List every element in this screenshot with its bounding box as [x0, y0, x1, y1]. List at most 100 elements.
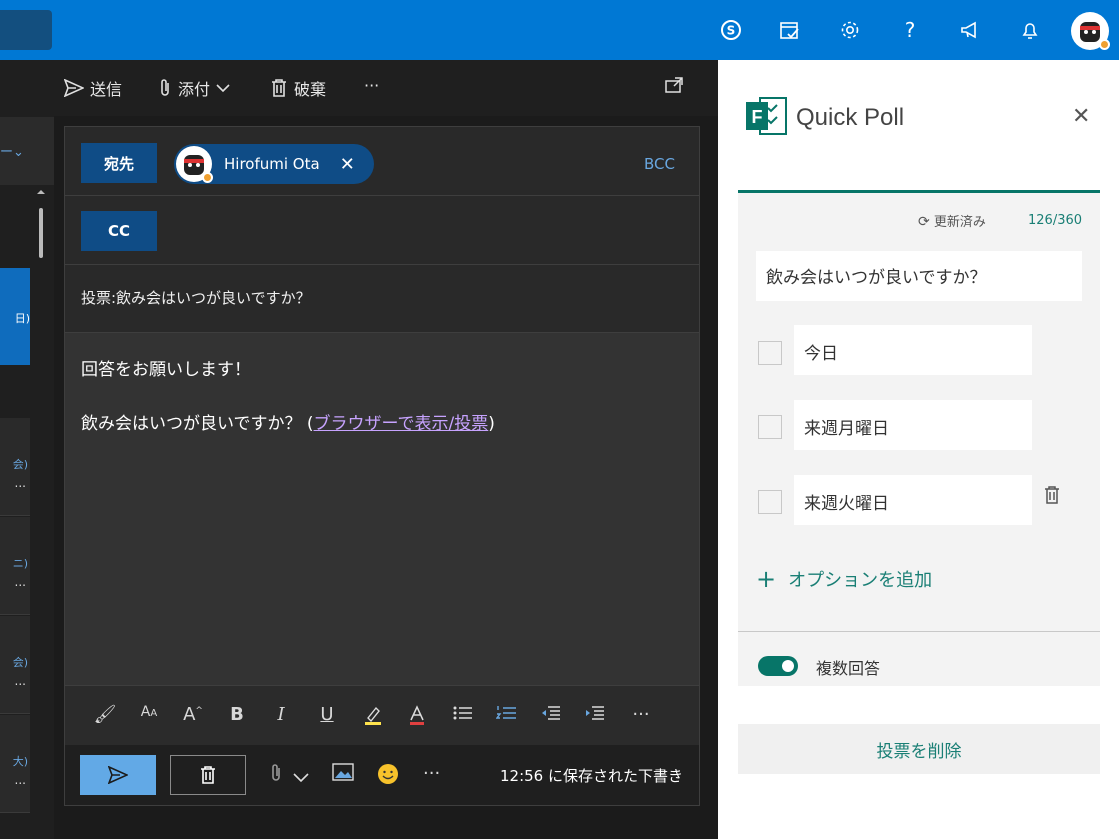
option-checkbox[interactable] — [758, 341, 782, 365]
send-icon — [64, 79, 84, 97]
highlight-icon[interactable] — [359, 704, 387, 728]
bold-icon[interactable]: B — [223, 704, 251, 728]
help-icon[interactable]: ? — [894, 14, 926, 46]
svg-text:F: F — [752, 107, 763, 127]
trash-icon — [272, 79, 286, 97]
font-color-icon[interactable] — [403, 704, 431, 728]
close-icon[interactable]: ✕ — [1072, 104, 1090, 129]
calendar-check-icon[interactable] — [774, 14, 806, 46]
list-item[interactable]: 会)... — [0, 616, 30, 714]
option-input[interactable]: 来週火曜日 — [794, 475, 1032, 525]
plus-icon: + — [756, 565, 777, 593]
list-item-fragment: 日) — [14, 312, 30, 325]
grow-font-icon[interactable]: A^ — [179, 704, 207, 728]
format-toolbar: 🖌 AA A^ B I U ··· — [65, 685, 699, 745]
send-toolbar-button[interactable]: 送信 — [64, 76, 122, 100]
list-item-text: 大) — [12, 755, 28, 768]
more-format-options-icon[interactable]: ··· — [627, 704, 655, 728]
char-count: 126/360 — [1028, 213, 1083, 228]
option-input[interactable]: 来週月曜日 — [794, 400, 1032, 450]
more-options-button[interactable]: ··· — [364, 76, 379, 95]
body-text-prefix: 飲み会はいつが良いですか？ ( — [81, 414, 314, 434]
image-icon[interactable] — [332, 763, 354, 786]
list-item-text: ... — [14, 773, 26, 787]
underline-icon[interactable]: U — [313, 704, 341, 728]
attach-toolbar-button[interactable]: 添付 — [158, 76, 230, 100]
updated-status: ⟳ 更新済み — [918, 211, 986, 230]
list-item-selected[interactable]: 日) — [0, 268, 30, 365]
chevron-down-icon[interactable] — [293, 767, 309, 788]
quick-poll-pane: F Quick Poll ✕ ⟳ 更新済み 126/360 飲み会はいつが良いで… — [718, 60, 1119, 839]
list-item-text: 会) — [12, 458, 28, 471]
megaphone-icon[interactable] — [954, 14, 986, 46]
numbered-list-icon[interactable] — [493, 704, 521, 728]
toggle-knob — [782, 660, 794, 672]
poll-card: ⟳ 更新済み 126/360 飲み会はいつが良いですか？ 今日 来週月曜日 来週… — [738, 190, 1100, 686]
bcc-button[interactable]: BCC — [644, 155, 675, 173]
bullet-list-icon[interactable] — [449, 704, 477, 728]
popout-icon[interactable] — [664, 76, 684, 94]
delete-poll-button[interactable]: 投票を削除 — [738, 724, 1100, 774]
body-text-suffix: ) — [488, 414, 495, 434]
delete-option-icon[interactable] — [1044, 485, 1060, 510]
poll-link[interactable]: ブラウザーで表示/投票 — [314, 414, 489, 434]
option-checkbox[interactable] — [758, 415, 782, 439]
to-row: 宛先 Hirofumi Ota ✕ BCC — [65, 127, 699, 196]
attach-icon[interactable] — [269, 763, 283, 788]
poll-question-input[interactable]: 飲み会はいつが良いですか？ — [756, 251, 1082, 301]
discard-button[interactable] — [170, 755, 246, 795]
list-item-text: ニ) — [12, 557, 28, 570]
add-option-button[interactable]: + オプションを追加 — [756, 566, 932, 592]
cc-row: CC — [65, 196, 699, 265]
top-bar: S ? — [0, 0, 1119, 60]
list-filter-header[interactable]: ー⌄ — [0, 117, 54, 185]
trash-icon — [201, 766, 215, 784]
bell-icon[interactable] — [1014, 14, 1046, 46]
chevron-down-icon — [216, 84, 230, 93]
send-icon — [108, 766, 128, 784]
search-box[interactable] — [0, 10, 52, 50]
paperclip-icon — [161, 79, 169, 96]
recipient-chip[interactable]: Hirofumi Ota ✕ — [174, 144, 374, 184]
discard-toolbar-button[interactable]: 破棄 — [270, 76, 326, 100]
help-glyph: ? — [904, 18, 916, 42]
list-item[interactable]: 大)... — [0, 715, 30, 813]
divider — [738, 631, 1100, 632]
message-list-pane: ー⌄ 日) 会)... ニ)... 会)... 大)... — [0, 60, 54, 839]
more-actions-icon[interactable]: ··· — [423, 763, 440, 784]
scrollbar[interactable] — [36, 188, 46, 268]
compose-action-bar: ··· 12:56 に保存された下書き — [65, 745, 699, 805]
list-item[interactable]: 会)... — [0, 418, 30, 516]
subject-field[interactable]: 投票:飲み会はいつが良いですか？ — [81, 287, 311, 308]
list-item-text: ... — [14, 575, 26, 589]
option-input[interactable]: 今日 — [794, 325, 1032, 375]
remove-recipient-icon[interactable]: ✕ — [340, 154, 355, 175]
svg-text:S: S — [727, 24, 736, 38]
compose-toolbar: 送信 添付 破棄 ··· — [54, 60, 718, 116]
refresh-icon: ⟳ — [918, 214, 930, 230]
decrease-indent-icon[interactable] — [537, 704, 565, 728]
message-body[interactable]: 回答をお願いします！ 飲み会はいつが良いですか？ (ブラウザーで表示/投票) — [65, 333, 699, 685]
list-item-text: ... — [14, 674, 26, 688]
recipient-avatar — [176, 146, 213, 183]
italic-icon[interactable]: I — [267, 704, 295, 728]
forms-logo-icon: F — [746, 96, 787, 136]
updated-label: 更新済み — [933, 215, 986, 230]
more-label: ··· — [364, 76, 380, 95]
emoji-icon[interactable] — [377, 763, 399, 790]
skype-icon[interactable]: S — [715, 14, 747, 46]
font-size-icon[interactable]: AA — [135, 704, 163, 728]
increase-indent-icon[interactable] — [581, 704, 609, 728]
list-item[interactable]: ニ)... — [0, 517, 30, 615]
subject-row[interactable]: 投票:飲み会はいつが良いですか？ — [65, 265, 699, 333]
send-button[interactable] — [80, 755, 156, 795]
cc-button[interactable]: CC — [81, 211, 157, 251]
chevron-down-icon: ー⌄ — [0, 145, 24, 160]
format-painter-icon[interactable]: 🖌 — [91, 704, 119, 728]
attach-label: 添付 — [178, 80, 211, 99]
multiple-answers-toggle[interactable] — [758, 656, 798, 676]
gear-icon[interactable] — [834, 14, 866, 46]
body-text: 回答をお願いします！ — [81, 360, 251, 380]
option-checkbox[interactable] — [758, 490, 782, 514]
to-button[interactable]: 宛先 — [81, 143, 157, 183]
